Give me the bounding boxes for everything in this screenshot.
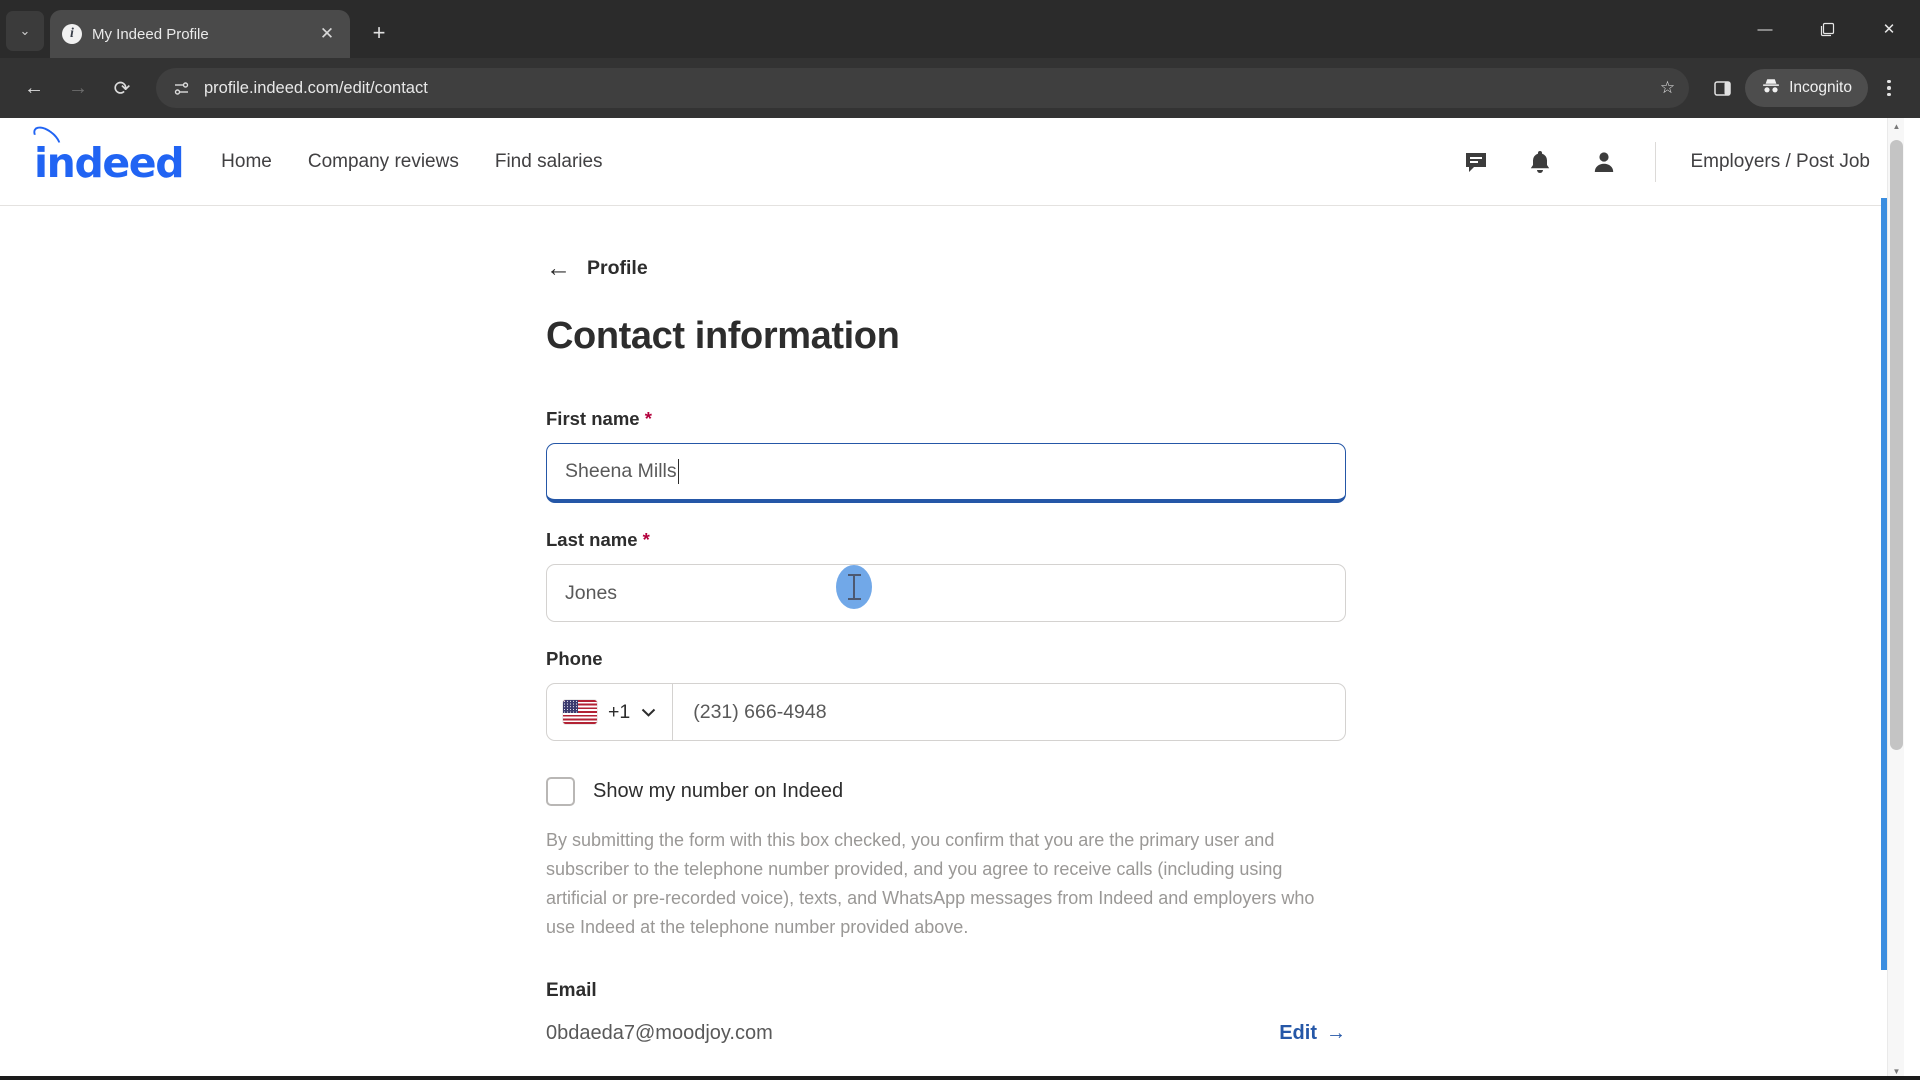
browser-window: ⌄ i My Indeed Profile ✕ + — ✕ ← → ⟳ prof… <box>0 0 1920 1080</box>
tab-title: My Indeed Profile <box>92 25 209 43</box>
employers-post-job-link[interactable]: Employers / Post Job <box>1690 151 1870 173</box>
header-right-group: Employers / Post Job <box>1459 141 1870 182</box>
reload-icon[interactable]: ⟳ <box>102 68 142 108</box>
email-value: 0bdaeda7@moodjoy.com <box>546 1022 773 1044</box>
chevron-down-icon: ⌄ <box>19 23 31 38</box>
back-to-profile-link[interactable]: ← Profile <box>546 256 1346 281</box>
close-icon[interactable]: ✕ <box>316 23 338 45</box>
country-code-value: +1 <box>608 700 631 723</box>
edit-email-link[interactable]: Edit → <box>1279 1022 1346 1045</box>
arrow-right-icon: → <box>1326 1022 1346 1044</box>
new-tab-button[interactable]: + <box>362 16 396 50</box>
scroll-up-arrow-icon[interactable]: ▲ <box>1888 118 1905 135</box>
phone-field-group: Phone +1 (231) 666-4948 <box>546 648 1346 741</box>
bookmark-star-icon[interactable]: ☆ <box>1660 78 1681 98</box>
form-column: ← Profile Contact information First name… <box>546 256 1346 1045</box>
country-code-select[interactable]: +1 <box>547 684 674 740</box>
address-bar[interactable]: profile.indeed.com/edit/contact ☆ <box>156 68 1690 108</box>
page-viewport: indeed Home Company reviews Find salarie… <box>0 118 1920 1080</box>
first-name-label-text: First name <box>546 408 640 429</box>
email-section: Email 0bdaeda7@moodjoy.com Edit → <box>546 980 1346 1045</box>
scrollbar-thumb[interactable] <box>1890 140 1903 750</box>
phone-input-group: +1 (231) 666-4948 <box>546 683 1346 741</box>
close-window-icon[interactable]: ✕ <box>1858 0 1920 58</box>
header-divider <box>1655 141 1657 182</box>
first-name-input[interactable]: Sheena Mills <box>546 443 1346 503</box>
required-asterisk: * <box>644 408 652 429</box>
email-row: 0bdaeda7@moodjoy.com Edit → <box>546 1022 1346 1045</box>
chevron-down-icon <box>641 704 656 720</box>
back-icon[interactable]: ← <box>14 68 54 108</box>
window-controls: — ✕ <box>1734 0 1920 58</box>
window-bottom-edge <box>0 1076 1920 1080</box>
site-settings-icon[interactable] <box>168 75 194 101</box>
info-circle-icon: i <box>62 24 82 44</box>
phone-disclaimer-text: By submitting the form with this box che… <box>546 830 1315 937</box>
nav-item-home[interactable]: Home <box>221 151 272 173</box>
messages-icon[interactable] <box>1459 145 1493 179</box>
indeed-logo[interactable]: indeed <box>29 121 185 184</box>
account-person-icon[interactable] <box>1587 145 1621 179</box>
indeed-page: indeed Home Company reviews Find salarie… <box>0 118 1904 1080</box>
minimize-icon[interactable]: — <box>1734 0 1796 58</box>
page-content: ← Profile Contact information First name… <box>0 206 1904 1045</box>
first-name-value: Sheena Mills <box>565 460 677 482</box>
incognito-label: Incognito <box>1789 79 1852 96</box>
page-title: Contact information <box>546 315 900 357</box>
us-flag-icon <box>563 700 597 724</box>
side-panel-icon[interactable] <box>1703 69 1741 107</box>
show-number-checkbox-row[interactable]: Show my number on Indeed <box>546 777 1346 806</box>
arrow-left-icon: ← <box>546 254 571 282</box>
nav-item-find-salaries[interactable]: Find salaries <box>495 151 603 173</box>
indeed-header: indeed Home Company reviews Find salarie… <box>0 118 1904 206</box>
last-name-field-group: Last name * Jones <box>546 529 1346 622</box>
text-caret <box>677 459 680 484</box>
email-label: Email <box>546 980 597 1001</box>
main-nav: Home Company reviews Find salaries <box>221 151 602 173</box>
phone-number-value: (231) 666-4948 <box>693 700 827 723</box>
first-name-field-group: First name * Sheena Mills <box>546 408 1346 503</box>
notifications-bell-icon[interactable] <box>1523 145 1557 179</box>
tab-strip: ⌄ i My Indeed Profile ✕ + — ✕ <box>0 0 1920 58</box>
url-text: profile.indeed.com/edit/contact <box>204 78 428 97</box>
forward-icon[interactable]: → <box>58 68 98 108</box>
last-name-value: Jones <box>565 581 618 604</box>
phone-number-input[interactable]: (231) 666-4948 <box>673 684 1345 740</box>
last-name-label-text: Last name <box>546 529 638 550</box>
maximize-icon[interactable] <box>1796 0 1858 58</box>
page-scrollbar[interactable]: ▲ ▼ <box>1887 118 1904 1080</box>
browser-tab[interactable]: i My Indeed Profile ✕ <box>50 10 350 58</box>
nav-item-company-reviews[interactable]: Company reviews <box>308 151 459 173</box>
show-number-checkbox[interactable] <box>546 777 575 806</box>
incognito-hat-icon <box>1761 78 1781 99</box>
tab-search-button[interactable]: ⌄ <box>6 11 44 51</box>
show-number-label: Show my number on Indeed <box>593 780 844 802</box>
browser-toolbar: ← → ⟳ profile.indeed.com/edit/contact ☆ <box>0 58 1920 118</box>
last-name-input[interactable]: Jones <box>546 564 1346 622</box>
phone-label: Phone <box>546 648 603 669</box>
back-label: Profile <box>587 257 648 279</box>
last-name-label: Last name * <box>546 529 1346 551</box>
three-dot-menu-icon[interactable] <box>1872 69 1906 107</box>
incognito-indicator[interactable]: Incognito <box>1745 69 1868 107</box>
required-asterisk: * <box>642 529 650 550</box>
first-name-label: First name * <box>546 408 1346 430</box>
edit-label: Edit <box>1279 1022 1317 1044</box>
